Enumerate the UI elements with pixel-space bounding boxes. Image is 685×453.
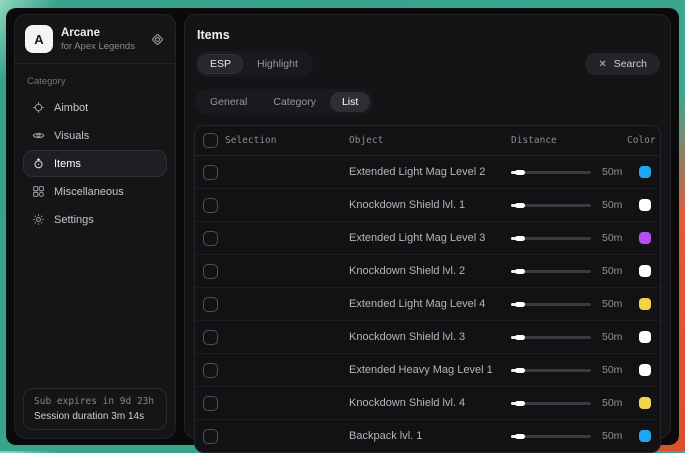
color-swatch[interactable] bbox=[639, 364, 651, 376]
color-swatch[interactable] bbox=[639, 265, 651, 277]
distance-slider[interactable] bbox=[511, 397, 591, 409]
distance-value: 50m bbox=[602, 397, 622, 409]
sidebar-nav: Aimbot Visuals Items Miscellaneous Setti… bbox=[15, 94, 175, 234]
table-row: Backpack lvl. 1 50m bbox=[195, 420, 660, 452]
distance-slider[interactable] bbox=[511, 166, 591, 178]
row-object-label: Knockdown Shield lvl. 4 bbox=[349, 397, 511, 409]
view-tabs: GeneralCategoryList bbox=[195, 89, 373, 115]
column-header-selection: Selection bbox=[225, 135, 349, 146]
distance-slider[interactable] bbox=[511, 430, 591, 442]
distance-slider[interactable] bbox=[511, 265, 591, 277]
tab-category[interactable]: Category bbox=[261, 92, 328, 112]
column-header-color: Color bbox=[627, 135, 658, 146]
select-all-checkbox[interactable] bbox=[203, 133, 218, 148]
row-checkbox[interactable] bbox=[203, 429, 218, 444]
row-checkbox[interactable] bbox=[203, 396, 218, 411]
row-object-label: Extended Heavy Mag Level 1 bbox=[349, 364, 511, 376]
app-logo: A bbox=[25, 25, 53, 53]
distance-slider[interactable] bbox=[511, 199, 591, 211]
distance-slider[interactable] bbox=[511, 331, 591, 343]
app-title: Arcane bbox=[61, 27, 135, 39]
color-swatch[interactable] bbox=[639, 430, 651, 442]
row-object-label: Extended Light Mag Level 2 bbox=[349, 166, 511, 178]
distance-value: 50m bbox=[602, 298, 622, 310]
color-swatch[interactable] bbox=[639, 397, 651, 409]
row-checkbox[interactable] bbox=[203, 363, 218, 378]
app-window: A Arcane for Apex Legends Category Aimbo… bbox=[6, 8, 679, 445]
sidebar-item-miscellaneous[interactable]: Miscellaneous bbox=[23, 178, 167, 205]
sidebar-item-visuals[interactable]: Visuals bbox=[23, 122, 167, 149]
row-checkbox[interactable] bbox=[203, 198, 218, 213]
table-row: Knockdown Shield lvl. 3 50m bbox=[195, 321, 660, 354]
color-swatch[interactable] bbox=[639, 166, 651, 178]
mode-tabs: ESPHighlight bbox=[195, 51, 313, 77]
x-icon: ✕ bbox=[598, 59, 606, 70]
search-button[interactable]: ✕ Search bbox=[585, 53, 660, 75]
sidebar-header: A Arcane for Apex Legends bbox=[15, 15, 175, 64]
page-title: Items bbox=[185, 15, 670, 42]
sub-expiry-text: Sub expires in 9d 23h bbox=[34, 396, 156, 407]
color-swatch[interactable] bbox=[639, 331, 651, 343]
distance-value: 50m bbox=[602, 232, 622, 244]
row-checkbox[interactable] bbox=[203, 330, 218, 345]
tab-list[interactable]: List bbox=[330, 92, 370, 112]
color-swatch[interactable] bbox=[639, 298, 651, 310]
table-row: Extended Light Mag Level 3 50m bbox=[195, 222, 660, 255]
distance-value: 50m bbox=[602, 265, 622, 277]
row-checkbox[interactable] bbox=[203, 297, 218, 312]
sidebar-item-items[interactable]: Items bbox=[23, 150, 167, 177]
table-row: Extended Light Mag Level 4 50m bbox=[195, 288, 660, 321]
tab-general[interactable]: General bbox=[198, 92, 259, 112]
sidebar-item-settings[interactable]: Settings bbox=[23, 206, 167, 233]
table-row: Knockdown Shield lvl. 4 50m bbox=[195, 387, 660, 420]
row-checkbox[interactable] bbox=[203, 231, 218, 246]
grid-icon bbox=[32, 185, 45, 198]
distance-value: 50m bbox=[602, 199, 622, 211]
subscription-info-box: Sub expires in 9d 23h Session duration 3… bbox=[23, 388, 167, 430]
column-header-distance: Distance bbox=[511, 135, 627, 146]
row-checkbox[interactable] bbox=[203, 165, 218, 180]
column-header-object: Object bbox=[349, 135, 511, 146]
row-object-label: Extended Light Mag Level 4 bbox=[349, 298, 511, 310]
row-object-label: Knockdown Shield lvl. 3 bbox=[349, 331, 511, 343]
distance-value: 50m bbox=[602, 331, 622, 343]
row-object-label: Backpack lvl. 1 bbox=[349, 430, 511, 442]
table-body: Extended Light Mag Level 2 50m Knockdown… bbox=[195, 156, 660, 452]
color-swatch[interactable] bbox=[639, 232, 651, 244]
target-icon bbox=[32, 157, 45, 170]
crosshair-icon bbox=[32, 101, 45, 114]
row-checkbox[interactable] bbox=[203, 264, 218, 279]
table-header: Selection Object Distance Color bbox=[195, 126, 660, 156]
search-button-label: Search bbox=[614, 58, 647, 70]
tab-esp[interactable]: ESP bbox=[198, 54, 243, 74]
app-subtitle: for Apex Legends bbox=[61, 41, 135, 52]
eye-icon bbox=[32, 129, 45, 142]
distance-slider[interactable] bbox=[511, 298, 591, 310]
row-object-label: Knockdown Shield lvl. 2 bbox=[349, 265, 511, 277]
table-row: Extended Heavy Mag Level 1 50m bbox=[195, 354, 660, 387]
table-row: Knockdown Shield lvl. 1 50m bbox=[195, 189, 660, 222]
distance-value: 50m bbox=[602, 166, 622, 178]
distance-value: 50m bbox=[602, 364, 622, 376]
items-table: Selection Object Distance Color Extended… bbox=[194, 125, 661, 453]
table-row: Knockdown Shield lvl. 2 50m bbox=[195, 255, 660, 288]
row-object-label: Knockdown Shield lvl. 1 bbox=[349, 199, 511, 211]
row-object-label: Extended Light Mag Level 3 bbox=[349, 232, 511, 244]
tab-highlight[interactable]: Highlight bbox=[245, 54, 310, 74]
gear-icon bbox=[32, 213, 45, 226]
sidebar-item-aimbot[interactable]: Aimbot bbox=[23, 94, 167, 121]
table-row: Extended Light Mag Level 2 50m bbox=[195, 156, 660, 189]
color-swatch[interactable] bbox=[639, 199, 651, 211]
distance-slider[interactable] bbox=[511, 232, 591, 244]
diamond-badge-icon[interactable] bbox=[150, 32, 165, 47]
sidebar: A Arcane for Apex Legends Category Aimbo… bbox=[14, 14, 176, 439]
distance-slider[interactable] bbox=[511, 364, 591, 376]
session-duration-text: Session duration 3m 14s bbox=[34, 411, 156, 422]
main-panel: Items ESPHighlight ✕ Search GeneralCateg… bbox=[184, 14, 671, 439]
distance-value: 50m bbox=[602, 430, 622, 442]
category-label: Category bbox=[27, 76, 163, 87]
